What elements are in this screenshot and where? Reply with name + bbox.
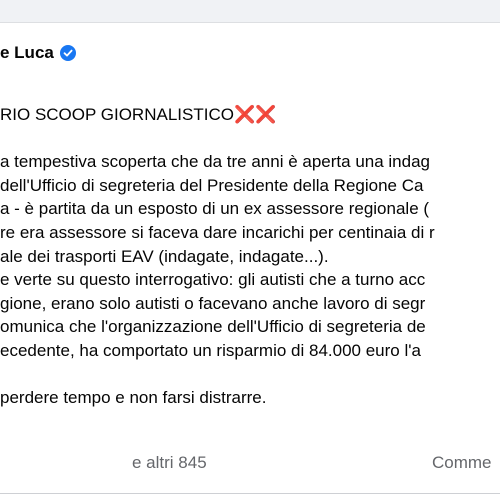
post-line: omunica che l'organizzazione dell'Uffici… xyxy=(0,317,426,337)
author-name[interactable]: e Luca xyxy=(0,43,54,63)
post-title-line: RIO SCOOP GIORNALISTICO❌❌ xyxy=(0,103,500,127)
post-card: e Luca RIO SCOOP GIORNALISTICO❌❌ a tempe… xyxy=(0,22,500,501)
post-closing-line: perdere tempo e non farsi distrarre. xyxy=(0,388,267,408)
post-title: RIO SCOOP GIORNALISTICO xyxy=(0,105,234,124)
post-line: e verte su questo interrogativo: gli aut… xyxy=(0,270,426,290)
post-line: a - è partita da un esposto di un ex ass… xyxy=(0,199,430,219)
footer-divider xyxy=(0,493,500,494)
post-line: re era assessore si faceva dare incarich… xyxy=(0,222,435,242)
verified-badge-icon xyxy=(59,45,76,61)
post-line: gione, erano solo autisti o facevano anc… xyxy=(0,293,426,313)
post-engagement-bar: e altri 845 Comme xyxy=(0,443,500,483)
post-line: ale dei trasporti EAV (indagate, indagat… xyxy=(0,246,329,266)
post-line: ecedente, ha comportato un risparmio di … xyxy=(0,340,421,360)
post-line: a tempestiva scoperta che da tre anni è … xyxy=(0,152,431,172)
reactions-count[interactable]: e altri 845 xyxy=(132,453,207,473)
cross-mark-icon: ❌❌ xyxy=(233,105,277,124)
comments-count[interactable]: Comme xyxy=(432,453,492,473)
post-line: dell'Ufficio di segreteria del President… xyxy=(0,175,424,195)
post-body: RIO SCOOP GIORNALISTICO❌❌ a tempestiva s… xyxy=(0,103,500,410)
post-header: e Luca xyxy=(0,41,76,65)
